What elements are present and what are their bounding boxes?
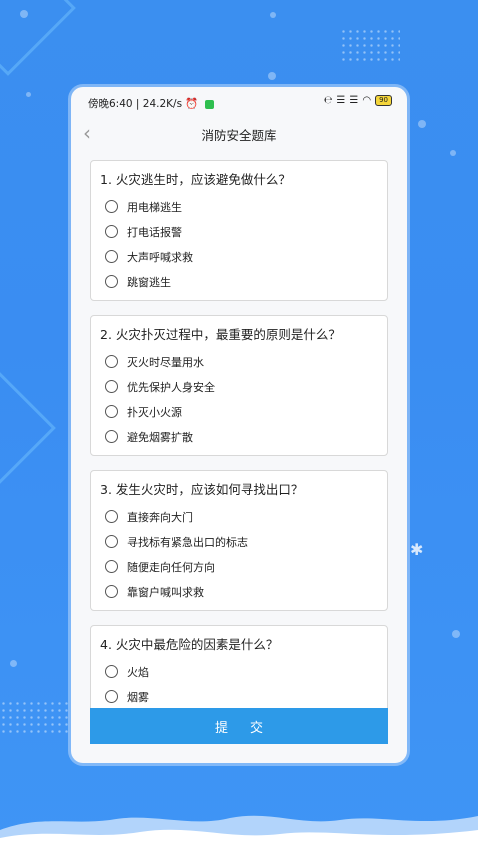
radio-button[interactable]	[105, 355, 118, 368]
option-item[interactable]: 避免烟雾扩散	[100, 424, 377, 449]
bubble	[418, 120, 426, 128]
radio-button[interactable]	[105, 405, 118, 418]
dot-grid	[0, 700, 70, 736]
app-notification-icon	[204, 99, 214, 109]
bubble	[452, 630, 460, 638]
option-label: 打电话报警	[127, 225, 182, 239]
option-item[interactable]: 扑灭小火源	[100, 399, 377, 424]
option-label: 寻找标有紧急出口的标志	[127, 535, 248, 549]
signal-icon: ☰	[349, 95, 359, 106]
radio-button[interactable]	[105, 665, 118, 678]
status-time-speed: 傍晚6:40 | 24.2K/s	[88, 98, 183, 110]
bubble	[26, 92, 31, 97]
bubble	[20, 10, 28, 18]
question-list[interactable]: 1. 火灾逃生时，应该避免做什么？ 用电梯逃生 打电话报警 大声呼喊求救 跳窗逃…	[90, 160, 388, 712]
radio-button[interactable]	[105, 380, 118, 393]
diamond-shape	[0, 360, 56, 496]
radio-button[interactable]	[105, 225, 118, 238]
option-label: 火焰	[127, 665, 149, 679]
option-label: 避免烟雾扩散	[127, 430, 193, 444]
radio-button[interactable]	[105, 560, 118, 573]
radio-button[interactable]	[105, 250, 118, 263]
option-label: 灭火时尽量用水	[127, 355, 204, 369]
option-item[interactable]: 随便走向任何方向	[100, 554, 377, 579]
status-bar: 傍晚6:40 | 24.2K/s ⏰ ℮ ☰ ☰ ◠ 90	[71, 87, 407, 117]
question-card: 4. 火灾中最危险的因素是什么？ 火焰 烟雾	[90, 625, 388, 712]
phone-screen: 傍晚6:40 | 24.2K/s ⏰ ℮ ☰ ☰ ◠ 90 ‹ 消防安全题库 1…	[71, 87, 407, 763]
snowflake-icon: ✱	[410, 540, 424, 559]
alarm-icon: ⏰	[185, 98, 199, 110]
radio-button[interactable]	[105, 430, 118, 443]
option-label: 随便走向任何方向	[127, 560, 215, 574]
question-card: 1. 火灾逃生时，应该避免做什么？ 用电梯逃生 打电话报警 大声呼喊求救 跳窗逃…	[90, 160, 388, 301]
dot-grid	[340, 28, 400, 62]
radio-button[interactable]	[105, 275, 118, 288]
option-item[interactable]: 优先保护人身安全	[100, 374, 377, 399]
status-icons: ℮ ☰ ☰ ◠ 90	[324, 95, 392, 106]
option-label: 直接奔向大门	[127, 510, 193, 524]
nfc-icon: ℮	[323, 95, 333, 106]
option-item[interactable]: 大声呼喊求救	[100, 244, 377, 269]
radio-button[interactable]	[105, 690, 118, 703]
question-text: 3. 发生火灾时，应该如何寻找出口？	[100, 482, 304, 497]
radio-button[interactable]	[105, 510, 118, 523]
wave-decoration	[0, 815, 478, 850]
question-card: 3. 发生火灾时，应该如何寻找出口？ 直接奔向大门 寻找标有紧急出口的标志 随便…	[90, 470, 388, 611]
option-item[interactable]: 用电梯逃生	[100, 194, 377, 219]
option-label: 大声呼喊求救	[127, 250, 193, 264]
option-item[interactable]: 跳窗逃生	[100, 269, 377, 294]
header: ‹ 消防安全题库	[71, 117, 407, 151]
question-card: 2. 火灾扑灭过程中，最重要的原则是什么？ 灭火时尽量用水 优先保护人身安全 扑…	[90, 315, 388, 456]
battery-icon: 90	[375, 95, 392, 106]
option-item[interactable]: 直接奔向大门	[100, 504, 377, 529]
option-item[interactable]: 灭火时尽量用水	[100, 349, 377, 374]
option-item[interactable]: 打电话报警	[100, 219, 377, 244]
bubble	[10, 660, 17, 667]
bubble	[268, 72, 276, 80]
signal-icon: ☰	[336, 95, 346, 106]
bubble	[450, 150, 456, 156]
radio-button[interactable]	[105, 200, 118, 213]
option-item[interactable]: 火焰	[100, 659, 377, 684]
page-title: 消防安全题库	[201, 128, 277, 143]
option-label: 优先保护人身安全	[127, 380, 215, 394]
diamond-shape	[0, 0, 76, 76]
question-text: 1. 火灾逃生时，应该避免做什么？	[100, 172, 291, 187]
question-text: 2. 火灾扑灭过程中，最重要的原则是什么？	[100, 327, 341, 342]
option-item[interactable]: 靠窗户喊叫求救	[100, 579, 377, 604]
option-item[interactable]: 烟雾	[100, 684, 377, 709]
option-item[interactable]: 寻找标有紧急出口的标志	[100, 529, 377, 554]
option-label: 用电梯逃生	[127, 200, 182, 214]
option-label: 靠窗户喊叫求救	[127, 585, 204, 599]
radio-button[interactable]	[105, 585, 118, 598]
bubble	[270, 12, 276, 18]
question-text: 4. 火灾中最危险的因素是什么？	[100, 637, 279, 652]
status-time: 傍晚6:40 | 24.2K/s ⏰	[88, 96, 214, 111]
option-label: 跳窗逃生	[127, 275, 171, 289]
radio-button[interactable]	[105, 535, 118, 548]
option-label: 扑灭小火源	[127, 405, 182, 419]
option-label: 烟雾	[127, 690, 149, 704]
submit-button[interactable]: 提交	[90, 708, 388, 744]
wifi-icon: ◠	[362, 95, 372, 106]
